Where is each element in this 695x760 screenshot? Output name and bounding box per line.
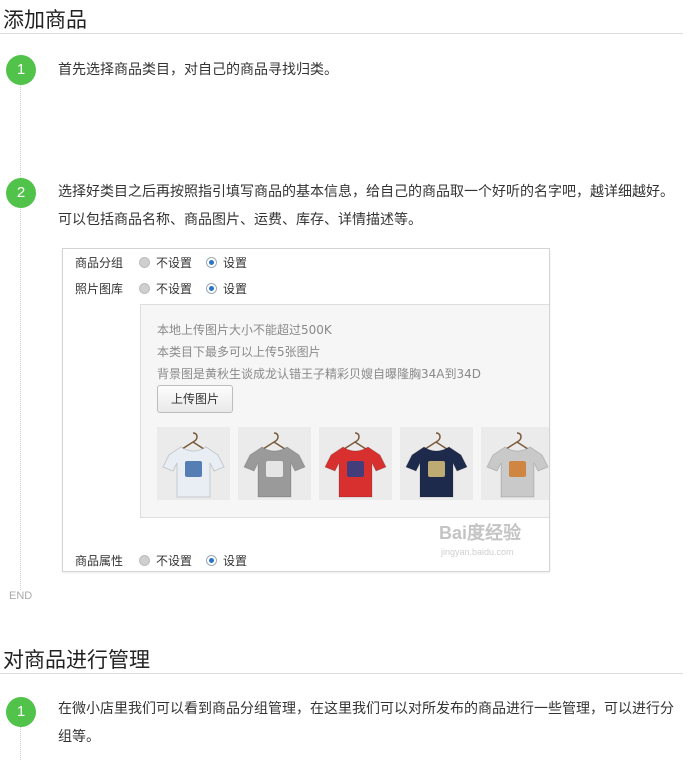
upload-image-button[interactable]: 上传图片 bbox=[157, 385, 233, 413]
step-text-2: 选择好类目之后再按照指引填写商品的基本信息，给自己的商品取一个好听的名字吧，越详… bbox=[58, 184, 674, 228]
step-badge-2: 2 bbox=[6, 178, 36, 208]
step-text-1: 首先选择商品类目，对自己的商品寻找归类。 bbox=[58, 62, 338, 78]
product-thumbnail[interactable] bbox=[400, 427, 473, 500]
product-thumbnail[interactable] bbox=[319, 427, 392, 500]
radio-selected-icon bbox=[206, 554, 218, 566]
row-label: 商品属性 bbox=[75, 553, 124, 568]
row-label: 商品分组 bbox=[75, 255, 124, 270]
radio-selected-icon bbox=[206, 256, 218, 268]
radio-option-on[interactable]: 设置 bbox=[206, 552, 247, 569]
section-title-add-product: 添加商品 bbox=[3, 8, 87, 32]
row-photo-gallery: 照片图库 不设置 设置 bbox=[75, 278, 261, 298]
hint-background: 背景图是黄秋生谈成龙认错王子精彩贝嫂自曝隆胸34A到34D bbox=[157, 367, 481, 381]
end-label: END bbox=[9, 590, 33, 602]
tshirt-image bbox=[243, 432, 306, 498]
product-thumbnail[interactable] bbox=[157, 427, 230, 500]
row-product-group: 商品分组 不设置 设置 bbox=[75, 252, 261, 272]
row-product-attributes: 商品属性 不设置 设置 bbox=[75, 550, 261, 570]
radio-option-off[interactable]: 不设置 bbox=[139, 552, 192, 569]
product-thumbnail[interactable] bbox=[481, 427, 549, 500]
step-badge-1: 1 bbox=[6, 697, 36, 727]
hint-count-limit: 本类目下最多可以上传5张图片 bbox=[157, 345, 321, 359]
section-divider bbox=[0, 33, 683, 34]
step-text-1: 在微小店里我们可以看到商品分组管理，在这里我们可以对所发布的商品进行一些管理，可… bbox=[58, 701, 674, 745]
section-title-manage-products: 对商品进行管理 bbox=[3, 648, 150, 672]
radio-unselected-icon bbox=[139, 282, 150, 294]
baidu-watermark-url: jingyan.baidu.com bbox=[441, 547, 514, 557]
product-thumbnail[interactable] bbox=[238, 427, 311, 500]
section-divider bbox=[0, 673, 683, 674]
tshirt-image bbox=[324, 432, 387, 498]
photo-upload-panel: 本地上传图片大小不能超过500K 本类目下最多可以上传5张图片 背景图是黄秋生谈… bbox=[140, 304, 549, 518]
radio-option-on[interactable]: 设置 bbox=[206, 280, 247, 297]
step-badge-1: 1 bbox=[6, 55, 36, 85]
radio-option-off[interactable]: 不设置 bbox=[139, 254, 192, 271]
product-form-screenshot: 商品分组 不设置 设置 照片图库 不设置 设置 本地上传图片大小不能超过500K… bbox=[62, 248, 550, 572]
hint-size-limit: 本地上传图片大小不能超过500K bbox=[157, 323, 332, 337]
radio-unselected-icon bbox=[139, 554, 150, 566]
row-label: 照片图库 bbox=[75, 281, 124, 296]
radio-option-on[interactable]: 设置 bbox=[206, 254, 247, 271]
tshirt-image bbox=[162, 432, 225, 498]
tshirt-image bbox=[405, 432, 468, 498]
radio-selected-icon bbox=[206, 282, 218, 294]
timeline-line bbox=[20, 70, 21, 590]
radio-option-off[interactable]: 不设置 bbox=[139, 280, 192, 297]
radio-unselected-icon bbox=[139, 256, 150, 268]
tshirt-image bbox=[486, 432, 549, 498]
baidu-watermark: Bai度经验 bbox=[439, 523, 522, 543]
